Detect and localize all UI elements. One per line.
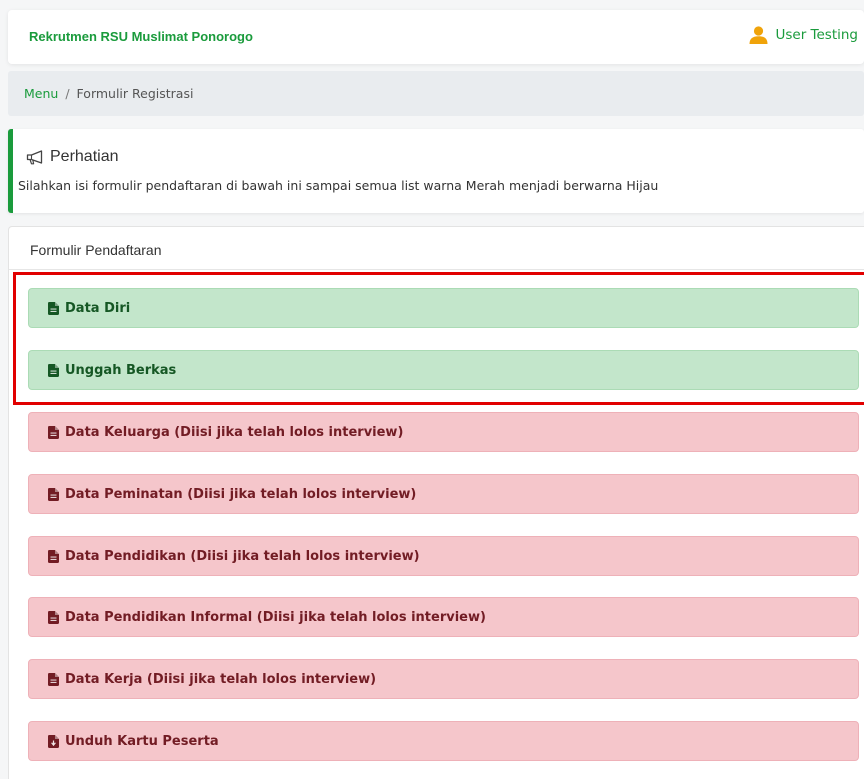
user-name: User Testing <box>775 27 858 43</box>
form-item-data-pendidikan-informal[interactable]: Data Pendidikan Informal (Diisi jika tel… <box>28 597 859 637</box>
megaphone-icon <box>26 149 43 164</box>
user-menu[interactable]: User Testing <box>749 26 858 44</box>
file-icon <box>48 610 59 624</box>
form-item-data-peminatan[interactable]: Data Peminatan (Diisi jika telah lolos i… <box>28 474 859 514</box>
form-item-label: Unggah Berkas <box>65 362 177 378</box>
user-icon <box>749 26 768 44</box>
file-icon <box>48 487 59 501</box>
file-icon <box>48 363 59 377</box>
form-item-label: Data Kerja (Diisi jika telah lolos inter… <box>65 671 377 687</box>
form-item-unduh-kartu-peserta[interactable]: Unduh Kartu Peserta <box>28 721 859 761</box>
breadcrumb-current: Formulir Registrasi <box>76 86 194 101</box>
callout-title: Perhatian <box>50 148 119 165</box>
form-item-label: Unduh Kartu Peserta <box>65 733 219 749</box>
brand-title[interactable]: Rekrutmen RSU Muslimat Ponorogo <box>29 29 253 44</box>
file-icon <box>48 425 59 439</box>
form-item-label: Data Keluarga (Diisi jika telah lolos in… <box>65 424 404 440</box>
form-item-label: Data Pendidikan (Diisi jika telah lolos … <box>65 548 420 564</box>
form-item-label: Data Peminatan (Diisi jika telah lolos i… <box>65 486 417 502</box>
file-download-icon <box>48 734 59 748</box>
form-item-data-kerja[interactable]: Data Kerja (Diisi jika telah lolos inter… <box>28 659 859 699</box>
form-item-unggah-berkas[interactable]: Unggah Berkas <box>28 350 859 390</box>
attention-callout: Perhatian Silahkan isi formulir pendafta… <box>8 129 864 213</box>
form-item-data-diri[interactable]: Data Diri <box>28 288 859 328</box>
file-icon <box>48 549 59 563</box>
callout-title-row: Perhatian <box>26 148 119 166</box>
top-navbar: Rekrutmen RSU Muslimat Ponorogo User Tes… <box>8 10 864 64</box>
file-icon <box>48 672 59 686</box>
form-item-label: Data Diri <box>65 300 131 316</box>
form-item-data-keluarga[interactable]: Data Keluarga (Diisi jika telah lolos in… <box>28 412 859 452</box>
form-item-data-pendidikan[interactable]: Data Pendidikan (Diisi jika telah lolos … <box>28 536 859 576</box>
breadcrumb-menu-link[interactable]: Menu <box>24 86 58 101</box>
file-icon <box>48 301 59 315</box>
form-item-label: Data Pendidikan Informal (Diisi jika tel… <box>65 609 486 625</box>
breadcrumb: Menu / Formulir Registrasi <box>8 71 864 116</box>
card-header: Formulir Pendaftaran <box>9 227 864 270</box>
breadcrumb-separator: / <box>65 86 70 101</box>
callout-message: Silahkan isi formulir pendaftaran di baw… <box>18 178 659 193</box>
page: Rekrutmen RSU Muslimat Ponorogo User Tes… <box>0 0 864 779</box>
